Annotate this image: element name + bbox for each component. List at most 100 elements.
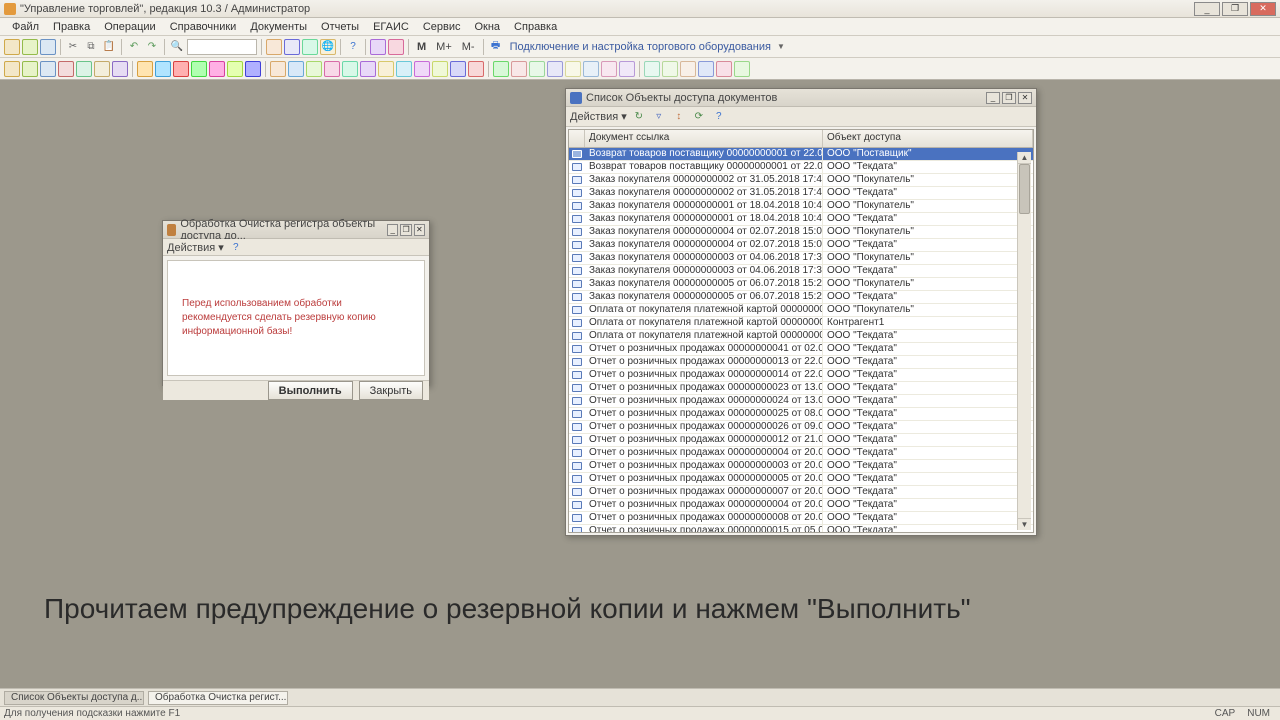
table-row[interactable]: Заказ покупателя 00000000004 от 02.07.20…: [569, 239, 1033, 252]
table-row[interactable]: Заказ покупателя 00000000005 от 06.07.20…: [569, 291, 1033, 304]
table-row[interactable]: Отчет о розничных продажах 00000000008 о…: [569, 512, 1033, 525]
help-icon[interactable]: ?: [228, 239, 244, 255]
tb2-icon[interactable]: [270, 61, 286, 77]
undo-icon[interactable]: ↶: [126, 39, 142, 55]
table-row[interactable]: Отчет о розничных продажах 00000000024 о…: [569, 395, 1033, 408]
tool-icon[interactable]: [302, 39, 318, 55]
tb2-icon[interactable]: [209, 61, 225, 77]
tb2-icon[interactable]: [644, 61, 660, 77]
grid-header-icon-col[interactable]: [569, 130, 585, 147]
close-button[interactable]: Закрыть: [359, 381, 423, 400]
task-tab-list[interactable]: Список Объекты доступа д...: [4, 691, 144, 705]
table-row[interactable]: Оплата от покупателя платежной картой 00…: [569, 304, 1033, 317]
tb2-icon[interactable]: [529, 61, 545, 77]
menu-service[interactable]: Сервис: [417, 20, 467, 34]
table-row[interactable]: Заказ покупателя 00000000002 от 31.05.20…: [569, 187, 1033, 200]
scrollbar[interactable]: ▲ ▼: [1017, 152, 1031, 530]
scroll-up-icon[interactable]: ▲: [1018, 152, 1031, 164]
table-row[interactable]: Заказ покупателя 00000000001 от 18.04.20…: [569, 213, 1033, 226]
menu-reports[interactable]: Отчеты: [315, 20, 365, 34]
tb2-icon[interactable]: [306, 61, 322, 77]
menu-windows[interactable]: Окна: [468, 20, 506, 34]
tb2-icon[interactable]: [155, 61, 171, 77]
table-row[interactable]: Заказ покупателя 00000000003 от 04.06.20…: [569, 265, 1033, 278]
table-row[interactable]: Заказ покупателя 00000000001 от 18.04.20…: [569, 200, 1033, 213]
window-minimize-button[interactable]: _: [986, 92, 1000, 104]
mplus-label[interactable]: М+: [432, 41, 456, 53]
table-row[interactable]: Возврат товаров поставщику 00000000001 о…: [569, 148, 1033, 161]
tb2-icon[interactable]: [360, 61, 376, 77]
table-row[interactable]: Заказ покупателя 00000000004 от 02.07.20…: [569, 226, 1033, 239]
table-row[interactable]: Отчет о розничных продажах 00000000012 о…: [569, 434, 1033, 447]
menu-edit[interactable]: Правка: [47, 20, 96, 34]
open-icon[interactable]: [22, 39, 38, 55]
tb2-icon[interactable]: [450, 61, 466, 77]
new-icon[interactable]: [4, 39, 20, 55]
tb2-icon[interactable]: [619, 61, 635, 77]
tb2-icon[interactable]: [112, 61, 128, 77]
tb2-icon[interactable]: [94, 61, 110, 77]
dialog-titlebar[interactable]: Обработка Очистка регистра объекты досту…: [163, 221, 429, 239]
menu-documents[interactable]: Документы: [244, 20, 313, 34]
actions-menu[interactable]: Действия ▾: [570, 110, 627, 123]
table-row[interactable]: Отчет о розничных продажах 00000000005 о…: [569, 473, 1033, 486]
chevron-down-icon[interactable]: ▼: [777, 42, 785, 51]
table-row[interactable]: Оплата от покупателя платежной картой 00…: [569, 330, 1033, 343]
grid-header-obj[interactable]: Объект доступа: [823, 130, 1033, 147]
menu-help[interactable]: Справка: [508, 20, 563, 34]
actions-menu[interactable]: Действия ▾: [167, 241, 224, 254]
table-row[interactable]: Отчет о розничных продажах 00000000015 о…: [569, 525, 1033, 532]
tb2-icon[interactable]: [191, 61, 207, 77]
equip-link[interactable]: Подключение и настройка торгового оборуд…: [506, 41, 775, 53]
grid-header-doc[interactable]: Документ ссылка: [585, 130, 823, 147]
list-window-titlebar[interactable]: Список Объекты доступа документов _ ❐ ✕: [566, 89, 1036, 107]
tb2-icon[interactable]: [547, 61, 563, 77]
tb2-icon[interactable]: [493, 61, 509, 77]
help-icon[interactable]: ?: [711, 109, 727, 125]
tb2-icon[interactable]: [76, 61, 92, 77]
tb2-icon[interactable]: [288, 61, 304, 77]
world-icon[interactable]: 🌐: [320, 39, 336, 55]
search-combo[interactable]: [187, 39, 257, 55]
tb2-icon[interactable]: [40, 61, 56, 77]
maximize-button[interactable]: ❐: [1222, 2, 1248, 16]
menu-file[interactable]: Файл: [6, 20, 45, 34]
minimize-button[interactable]: _: [1194, 2, 1220, 16]
tb2-icon[interactable]: [22, 61, 38, 77]
tb2-icon[interactable]: [716, 61, 732, 77]
table-row[interactable]: Отчет о розничных продажах 00000000007 о…: [569, 486, 1033, 499]
tb2-icon[interactable]: [414, 61, 430, 77]
grid-body[interactable]: Возврат товаров поставщику 00000000001 о…: [569, 148, 1033, 532]
menu-operations[interactable]: Операции: [98, 20, 161, 34]
tb2-icon[interactable]: [698, 61, 714, 77]
tb2-icon[interactable]: [432, 61, 448, 77]
tb2-icon[interactable]: [468, 61, 484, 77]
window-minimize-button[interactable]: _: [387, 224, 398, 236]
table-row[interactable]: Отчет о розничных продажах 00000000014 о…: [569, 369, 1033, 382]
tb2-icon[interactable]: [58, 61, 74, 77]
table-row[interactable]: Отчет о розничных продажах 00000000004 о…: [569, 499, 1033, 512]
window-close-button[interactable]: ✕: [1018, 92, 1032, 104]
scroll-down-icon[interactable]: ▼: [1018, 518, 1031, 530]
redo-icon[interactable]: ↷: [144, 39, 160, 55]
tb2-icon[interactable]: [378, 61, 394, 77]
help-icon[interactable]: ?: [345, 39, 361, 55]
table-row[interactable]: Заказ покупателя 00000000003 от 04.06.20…: [569, 252, 1033, 265]
save-icon[interactable]: [40, 39, 56, 55]
reload-icon[interactable]: ⟳: [691, 109, 707, 125]
refresh-icon[interactable]: ↻: [631, 109, 647, 125]
scroll-thumb[interactable]: [1019, 164, 1030, 214]
tb2-icon[interactable]: [734, 61, 750, 77]
window-maximize-button[interactable]: ❐: [400, 224, 411, 236]
menu-catalogs[interactable]: Справочники: [164, 20, 243, 34]
table-row[interactable]: Отчет о розничных продажах 00000000041 о…: [569, 343, 1033, 356]
device-icon[interactable]: 🖶: [488, 39, 504, 55]
menu-egais[interactable]: ЕГАИС: [367, 20, 415, 34]
tb2-icon[interactable]: [601, 61, 617, 77]
window-maximize-button[interactable]: ❐: [1002, 92, 1016, 104]
window-close-button[interactable]: ✕: [414, 224, 425, 236]
table-row[interactable]: Отчет о розничных продажах 00000000003 о…: [569, 460, 1033, 473]
calc-icon[interactable]: [266, 39, 282, 55]
tb2-icon[interactable]: [4, 61, 20, 77]
tool4-icon[interactable]: [388, 39, 404, 55]
